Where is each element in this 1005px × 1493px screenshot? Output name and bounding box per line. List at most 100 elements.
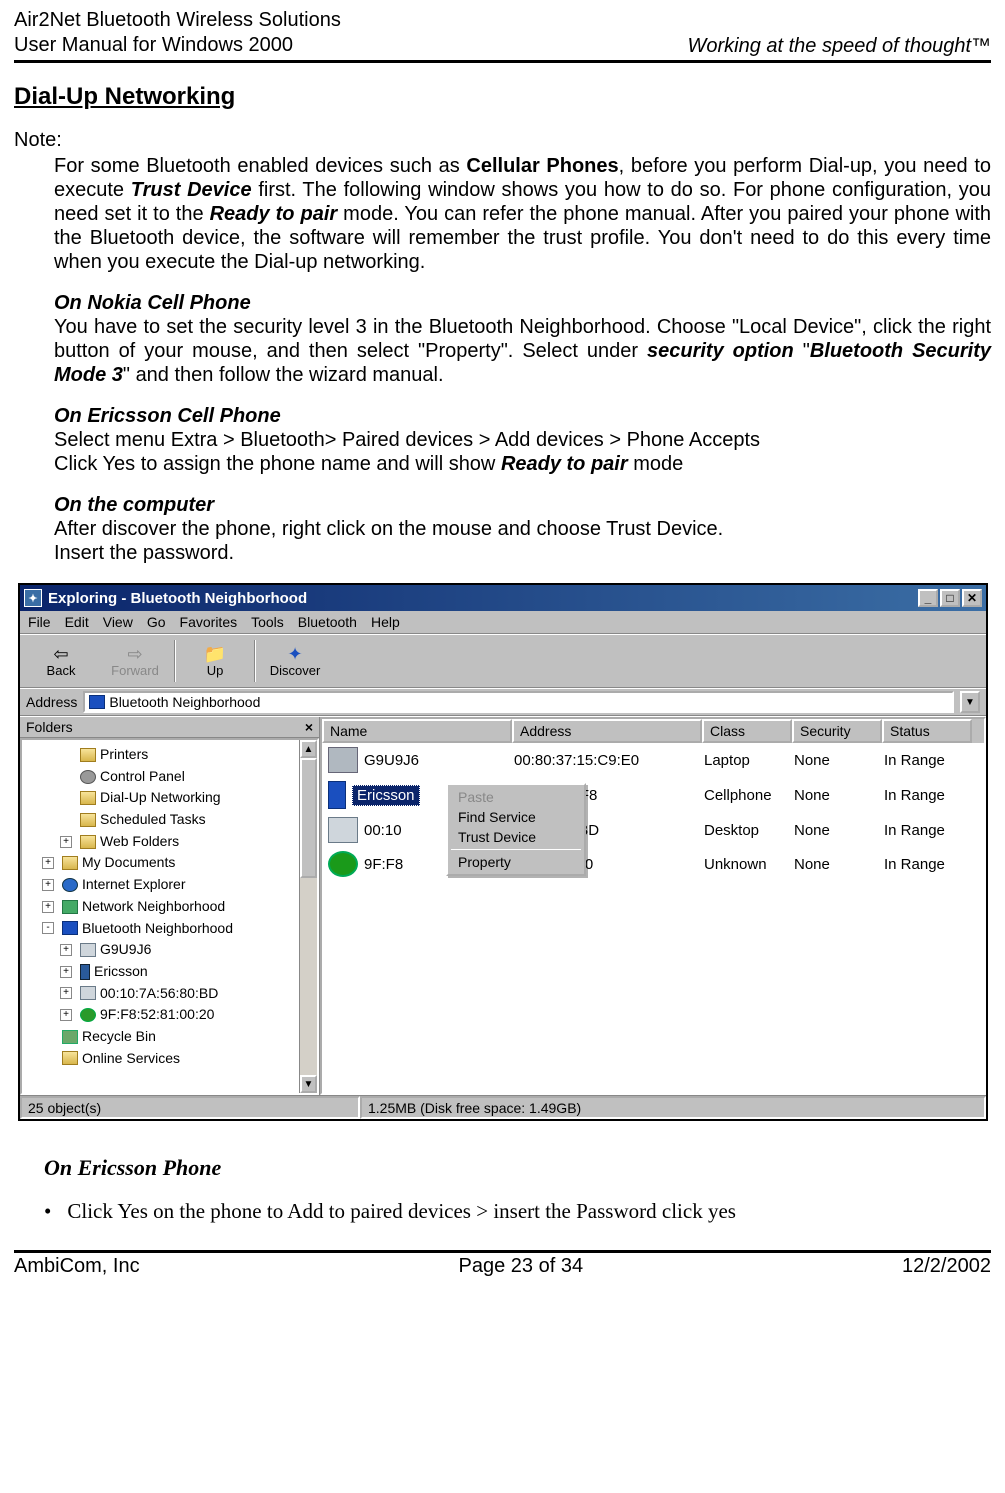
tree-item[interactable]: +9F:F8:52:81:00:20: [42, 1004, 315, 1026]
up-button[interactable]: 📁 Up: [180, 638, 250, 684]
tree-item-label: Recycle Bin: [82, 1026, 156, 1048]
folder-icon: [62, 1051, 78, 1065]
scroll-up-button[interactable]: ▲: [300, 740, 317, 758]
menu-help[interactable]: Help: [371, 614, 400, 630]
expand-toggle[interactable]: +: [60, 944, 72, 956]
col-name[interactable]: Name: [322, 719, 512, 743]
ericsson-paragraph: Select menu Extra > Bluetooth> Paired de…: [54, 428, 991, 476]
note-label: Note:: [14, 129, 991, 152]
ericsson-l2b: Ready to pair: [501, 453, 628, 475]
header-left-line2: User Manual for Windows 2000: [14, 34, 293, 56]
tree-item[interactable]: Dial-Up Networking: [42, 787, 315, 809]
up-label: Up: [207, 663, 224, 678]
tree-item[interactable]: Online Services: [42, 1048, 315, 1070]
tree-item-label: Internet Explorer: [82, 874, 186, 896]
expand-toggle[interactable]: -: [42, 922, 54, 934]
list-row[interactable]: 9F:F852:81:00:20UnknownNoneIn Range: [322, 847, 984, 881]
list-row[interactable]: G9U9J600:80:37:15:C9:E0LaptopNoneIn Rang…: [322, 743, 984, 777]
expand-toggle[interactable]: +: [60, 1009, 72, 1021]
menu-favorites[interactable]: Favorites: [180, 614, 238, 630]
status-disk: 1.25MB (Disk free space: 1.49GB): [360, 1096, 986, 1119]
expand-toggle[interactable]: +: [60, 836, 72, 848]
menu-go[interactable]: Go: [147, 614, 166, 630]
close-button[interactable]: ✕: [962, 589, 982, 607]
forward-button[interactable]: ⇨ Forward: [100, 638, 170, 684]
row-name: Ericsson: [352, 785, 420, 806]
list-pane: Name Address Class Security Status G9U9J…: [320, 717, 986, 1095]
tree-item-label: Online Services: [82, 1048, 180, 1070]
expand-toggle[interactable]: +: [42, 879, 54, 891]
list-row[interactable]: 00:107A:56:80:BDDesktopNoneIn Range: [322, 813, 984, 847]
expand-toggle[interactable]: +: [42, 901, 54, 913]
footer-left: AmbiCom, Inc: [14, 1255, 140, 1278]
scroll-down-button[interactable]: ▼: [300, 1075, 317, 1093]
titlebar[interactable]: ✦ Exploring - Bluetooth Neighborhood _ □…: [20, 585, 986, 611]
menu-tools[interactable]: Tools: [251, 614, 284, 630]
expand-toggle[interactable]: +: [42, 857, 54, 869]
toolbar-separator: [174, 640, 176, 682]
tree-item[interactable]: - Bluetooth Neighborhood: [42, 918, 315, 940]
menu-bluetooth[interactable]: Bluetooth: [298, 614, 357, 630]
expand-toggle[interactable]: +: [60, 987, 72, 999]
folders-header: Folders ×: [20, 717, 319, 738]
tree-item[interactable]: +Web Folders: [42, 831, 315, 853]
row-security: None: [794, 752, 884, 769]
nokia-c: ": [794, 340, 810, 362]
expand-toggle[interactable]: +: [60, 966, 72, 978]
footer-right: 12/2/2002: [902, 1255, 991, 1278]
discover-icon: ✦: [287, 645, 302, 663]
discover-button[interactable]: ✦ Discover: [260, 638, 330, 684]
folder-tree[interactable]: PrintersControl PanelDial-Up NetworkingS…: [22, 740, 317, 1073]
address-field[interactable]: Bluetooth Neighborhood: [83, 691, 954, 713]
pc-icon: [80, 943, 96, 957]
row-security: None: [794, 787, 884, 804]
tree-item[interactable]: +My Documents: [42, 852, 315, 874]
tree-item[interactable]: Printers: [42, 744, 315, 766]
col-class[interactable]: Class: [702, 719, 792, 743]
phone-icon: [328, 781, 346, 809]
tree-item[interactable]: Control Panel: [42, 766, 315, 788]
tree-item[interactable]: Recycle Bin: [42, 1026, 315, 1048]
back-button[interactable]: ⇦ Back: [26, 638, 96, 684]
tree-item-label: G9U9J6: [100, 939, 151, 961]
tree-item-label: 9F:F8:52:81:00:20: [100, 1004, 214, 1026]
ctx-property[interactable]: Property: [450, 852, 582, 872]
ie-icon: [62, 878, 78, 892]
scroll-thumb[interactable]: [300, 758, 317, 878]
tree-item[interactable]: + Network Neighborhood: [42, 896, 315, 918]
ericsson-phone-head: On Ericsson Phone: [44, 1155, 991, 1181]
computer-subhead: On the computer: [54, 494, 991, 517]
ctx-paste[interactable]: Paste: [450, 787, 582, 807]
col-status[interactable]: Status: [882, 719, 972, 743]
col-address[interactable]: Address: [512, 719, 702, 743]
tree-item-label: Network Neighborhood: [82, 896, 225, 918]
menu-view[interactable]: View: [103, 614, 133, 630]
tree-item[interactable]: +Ericsson: [42, 961, 315, 983]
menu-edit[interactable]: Edit: [65, 614, 89, 630]
menu-file[interactable]: File: [28, 614, 51, 630]
ctx-trust-device[interactable]: Trust Device: [450, 827, 582, 847]
row-name: G9U9J6: [364, 752, 419, 769]
menubar: File Edit View Go Favorites Tools Blueto…: [20, 611, 986, 634]
expand-toggle: [60, 792, 72, 804]
expand-toggle: [42, 1031, 54, 1043]
row-name: 9F:F8: [364, 856, 403, 873]
folders-close-button[interactable]: ×: [305, 719, 313, 735]
row-class: Desktop: [704, 822, 794, 839]
tree-item-label: Bluetooth Neighborhood: [82, 918, 233, 940]
intro-f: Ready to pair: [210, 203, 338, 225]
ctx-find-service[interactable]: Find Service: [450, 807, 582, 827]
address-dropdown-button[interactable]: ▼: [960, 691, 980, 713]
col-security[interactable]: Security: [792, 719, 882, 743]
maximize-button[interactable]: □: [940, 589, 960, 607]
tree-item[interactable]: + Internet Explorer: [42, 874, 315, 896]
tree-scrollbar[interactable]: ▲ ▼: [299, 740, 317, 1093]
list-row[interactable]: Ericsson37:0A:4E:F8CellphoneNoneIn Range: [322, 777, 984, 813]
tree-item[interactable]: +00:10:7A:56:80:BD: [42, 983, 315, 1005]
list-body[interactable]: G9U9J600:80:37:15:C9:E0LaptopNoneIn Rang…: [322, 743, 984, 1093]
minimize-button[interactable]: _: [918, 589, 938, 607]
scroll-track[interactable]: [300, 878, 317, 1075]
tree-item[interactable]: + G9U9J6: [42, 939, 315, 961]
tree-item[interactable]: Scheduled Tasks: [42, 809, 315, 831]
row-security: None: [794, 856, 884, 873]
